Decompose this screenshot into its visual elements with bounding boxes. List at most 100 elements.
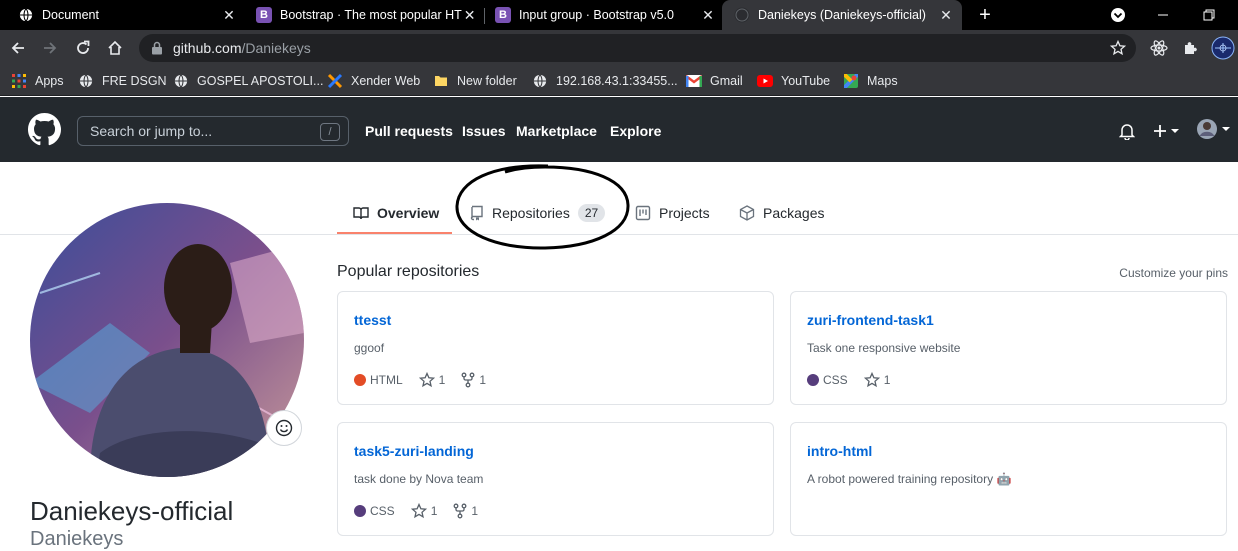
customize-pins-link[interactable]: Customize your pins [1119,266,1228,280]
tab-projects[interactable]: Projects [635,192,710,234]
xender-icon [327,73,343,89]
minimize-icon[interactable] [1140,0,1186,30]
bookmark-star-icon[interactable] [1110,40,1126,56]
bookmark-label: GOSPEL APOSTOLI... [197,74,324,88]
tab-overview[interactable]: Overview [353,192,439,234]
home-icon[interactable] [103,36,127,60]
extensions-puzzle-icon[interactable] [1179,36,1203,60]
maps-icon [843,73,859,89]
repo-stars-link[interactable]: 1 [863,372,891,388]
set-status-smiley-button[interactable] [266,410,302,446]
bookmark-fre-dsgn[interactable]: FRE DSGN [78,72,167,90]
search-shortcut-key: / [320,123,340,141]
close-icon[interactable]: ✕ [700,7,716,23]
avatar [1197,119,1217,139]
tab-packages[interactable]: Packages [739,192,824,234]
create-new-dropdown[interactable] [1153,121,1180,141]
star-icon [418,372,435,388]
tab-label: Packages [763,205,825,221]
react-devtools-icon[interactable] [1147,36,1171,60]
forward-icon[interactable] [38,36,62,60]
smiley-icon [275,419,293,437]
repo-language: HTML [354,373,403,387]
github-logo-icon[interactable] [28,113,61,146]
bookmark-label: Gmail [710,74,743,88]
github-search-input[interactable]: Search or jump to... / [77,116,349,146]
bookmark-gmail[interactable]: Gmail [686,72,743,90]
lock-icon [151,41,163,55]
nav-pull-requests[interactable]: Pull requests [365,123,453,139]
repo-forks-link[interactable]: 1 [453,503,478,519]
url-path: /Daniekeys [241,40,311,56]
bookmark-gospel[interactable]: GOSPEL APOSTOLI... [173,72,323,90]
bookmark-xender[interactable]: Xender Web [327,72,420,90]
profile-avatar-icon[interactable] [1211,36,1235,60]
repo-name-link[interactable]: zuri-frontend-task1 [807,312,934,328]
fork-icon [461,372,475,388]
bookmark-new-folder[interactable]: New folder [433,72,517,90]
user-menu-dropdown[interactable] [1196,119,1231,139]
bookmark-label: New folder [457,74,517,88]
reload-icon[interactable] [71,36,95,60]
tab-label: Projects [659,205,710,221]
repo-name-link[interactable]: intro-html [807,443,872,459]
star-count: 1 [883,373,891,387]
language-label: CSS [370,504,395,518]
language-label: CSS [823,373,848,387]
browser-toolbar: github.com/Daniekeys [0,30,1238,66]
profile-avatar[interactable] [30,203,304,477]
book-icon [353,205,369,221]
bootstrap-logo: B [495,7,511,23]
package-icon [739,205,755,221]
profile-username: Daniekeys [30,528,124,550]
browser-tab-input-group[interactable]: B Input group · Bootstrap v5.0 ✕ [477,0,724,30]
close-icon[interactable]: ✕ [462,7,477,23]
nav-issues[interactable]: Issues [462,123,506,139]
bookmark-youtube[interactable]: YouTube [757,72,830,90]
close-icon[interactable]: ✕ [938,7,954,23]
youtube-icon [757,73,773,89]
bookmark-label: FRE DSGN [102,74,167,88]
bookmark-label: 192.168.43.1:33455... [556,74,678,88]
bookmark-label: Maps [867,74,898,88]
repo-card: task5-zuri-landing task done by Nova tea… [337,422,774,536]
apps-grid-icon [11,73,27,89]
annotation-ellipse [455,164,630,250]
browser-tab-document[interactable]: Document ✕ [0,0,245,30]
gmail-icon [686,73,702,89]
browser-tab-github[interactable]: Daniekeys (Daniekeys-official) ✕ [722,0,962,30]
star-count: 1 [438,373,446,387]
tab-search-icon[interactable] [1095,0,1141,30]
browser-tab-bootstrap[interactable]: B Bootstrap · The most popular HTML ✕ [238,0,485,30]
fork-count: 1 [471,504,479,518]
repo-name-link[interactable]: ttesst [354,312,391,328]
bookmarks-bar: Apps FRE DSGN GOSPEL APOSTOLI... Xender … [0,66,1238,96]
repo-meta: CSS 1 1 [354,503,494,519]
repo-description: ggoof [354,341,385,355]
repo-description: task done by Nova team [354,472,484,486]
tab-label: Overview [377,205,440,221]
plus-icon [1154,125,1166,137]
bookmark-maps[interactable]: Maps [843,72,898,90]
repo-name-link[interactable]: task5-zuri-landing [354,443,474,459]
repo-meta: HTML 1 1 [354,372,502,388]
restore-icon[interactable] [1186,0,1232,30]
globe-icon [532,73,548,89]
repo-stars-link[interactable]: 1 [410,503,437,519]
caret-down-icon [1222,127,1230,131]
nav-explore[interactable]: Explore [610,123,661,139]
nav-marketplace[interactable]: Marketplace [516,123,597,139]
notifications-bell-icon[interactable] [1119,121,1135,141]
close-icon[interactable]: ✕ [221,7,237,23]
repo-stars-link[interactable]: 1 [418,372,446,388]
bookmark-ip-address[interactable]: 192.168.43.1:33455... [532,72,678,90]
repo-card: zuri-frontend-task1 Task one responsive … [790,291,1227,405]
repo-meta: CSS 1 [807,372,906,388]
address-bar[interactable]: github.com/Daniekeys [139,34,1136,62]
new-tab-button[interactable]: + [974,4,996,26]
bookmark-apps[interactable]: Apps [11,72,64,90]
profile-full-name: Daniekeys-official [30,496,234,526]
back-icon[interactable] [6,36,30,60]
repo-forks-link[interactable]: 1 [461,372,486,388]
bookmark-label: Xender Web [351,74,421,88]
